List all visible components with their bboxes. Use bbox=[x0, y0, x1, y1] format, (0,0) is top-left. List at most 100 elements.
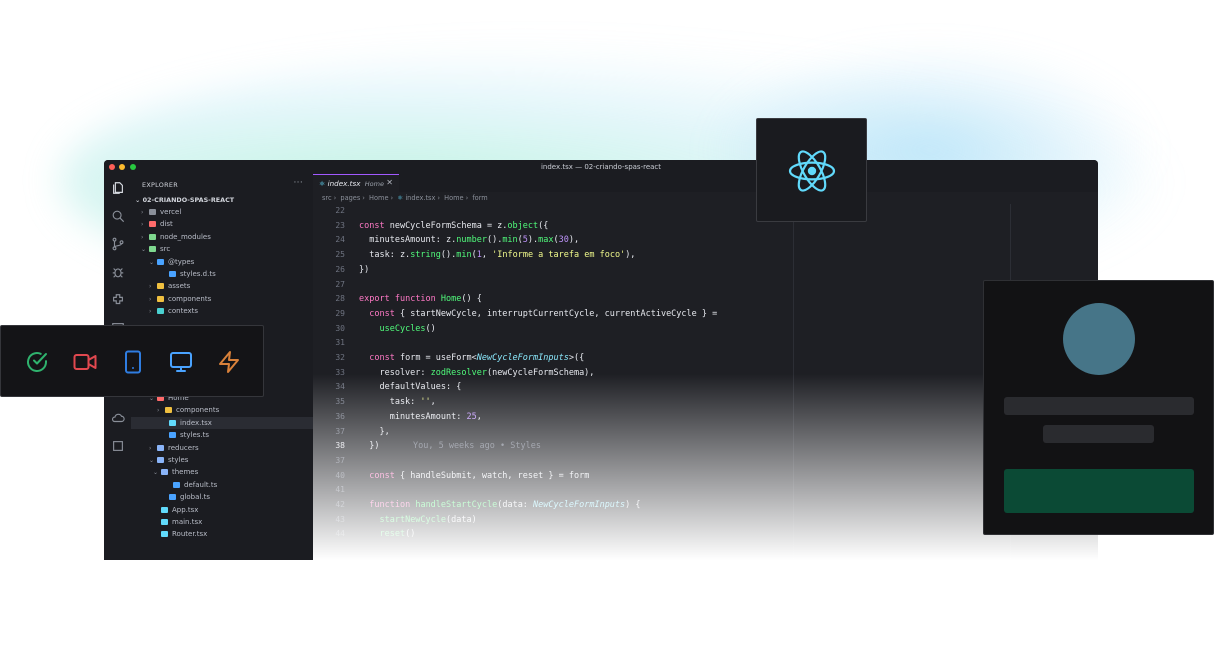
search-icon[interactable] bbox=[111, 208, 125, 223]
breadcrumb-home-dir[interactable]: Home bbox=[369, 194, 388, 202]
project-root[interactable]: ⌄ 02-CRIANDO-SPAS-REACT bbox=[131, 194, 313, 206]
tree-item[interactable]: App.tsx bbox=[131, 504, 313, 516]
tree-item[interactable]: index.tsx bbox=[131, 416, 313, 430]
breadcrumb-form[interactable]: form bbox=[472, 194, 487, 202]
code-line: const newCycleFormSchema = z.object({ bbox=[359, 220, 549, 231]
tree-item[interactable]: ⌄ @types bbox=[131, 256, 313, 268]
tree-item[interactable]: ⌄ themes bbox=[131, 466, 313, 478]
file-icon bbox=[161, 506, 168, 513]
line-number: 41 bbox=[335, 485, 345, 495]
smartphone-icon[interactable] bbox=[121, 350, 145, 374]
line-number: 37 bbox=[335, 426, 345, 436]
tree-item[interactable]: › dist bbox=[131, 218, 313, 230]
file-icon bbox=[169, 432, 176, 439]
breadcrumb-home-fn[interactable]: Home bbox=[444, 194, 463, 202]
code-line: const { handleSubmit, watch, reset } = f… bbox=[369, 470, 590, 481]
chevron-icon: › bbox=[149, 308, 152, 316]
breadcrumb-file[interactable]: index.tsx bbox=[405, 194, 435, 202]
line-number: 31 bbox=[335, 338, 345, 348]
line-number: 22 bbox=[335, 206, 345, 215]
tree-item[interactable]: default.ts bbox=[131, 479, 313, 491]
line-number: 36 bbox=[335, 411, 345, 421]
tree-item-label: node_modules bbox=[160, 232, 211, 241]
tree-item-label: contexts bbox=[168, 307, 199, 316]
tree-item[interactable]: › assets bbox=[131, 280, 313, 292]
tree-item[interactable]: styles.d.ts bbox=[131, 268, 313, 280]
code-line: const form = useForm<NewCycleFormInputs>… bbox=[369, 353, 585, 363]
avatar bbox=[1063, 303, 1135, 375]
tree-item-label: global.ts bbox=[180, 493, 210, 502]
file-icon bbox=[149, 246, 156, 253]
code-line: minutesAmount: 25, bbox=[359, 411, 482, 422]
video-icon[interactable] bbox=[73, 350, 97, 374]
react-logo-card bbox=[756, 118, 867, 222]
extensions-icon[interactable] bbox=[111, 292, 125, 306]
breadcrumb-src[interactable]: src bbox=[322, 194, 332, 202]
code-line: defaultValues: { bbox=[359, 382, 462, 393]
tree-item[interactable]: › node_modules bbox=[131, 231, 313, 243]
line-number: 42 bbox=[335, 500, 345, 509]
line-number: 28 bbox=[335, 294, 345, 304]
file-icon bbox=[149, 209, 156, 215]
file-icon bbox=[149, 233, 156, 240]
device-toolbar bbox=[0, 325, 264, 397]
file-icon bbox=[169, 271, 176, 277]
tree-item[interactable]: ⌄ src bbox=[131, 243, 313, 255]
code-line: startNewCycle(data) bbox=[379, 514, 477, 525]
code-line: task: z.string().min(1, 'Informe a taref… bbox=[359, 250, 636, 261]
file-icon bbox=[157, 295, 164, 302]
tree-item-label: styles.ts bbox=[180, 431, 210, 440]
files-icon[interactable] bbox=[111, 180, 125, 194]
file-icon bbox=[161, 469, 168, 476]
tree-item-label: components bbox=[176, 406, 220, 415]
tree-item[interactable]: main.tsx bbox=[131, 516, 313, 528]
tree-item[interactable]: styles.ts bbox=[131, 429, 313, 441]
window-title: index.tsx — 02-criando-spas-react bbox=[540, 163, 662, 171]
code-editor: ⚛ index.tsx Home ✕ src › pages › Home › ⚛ i… bbox=[313, 174, 1098, 560]
more-actions-icon[interactable]: ··· bbox=[294, 178, 303, 188]
source-control-icon[interactable] bbox=[111, 236, 125, 251]
file-icon bbox=[165, 407, 172, 414]
tree-item-label: vercel bbox=[160, 208, 182, 216]
cloud-icon[interactable] bbox=[111, 410, 125, 424]
tree-item[interactable]: › contexts bbox=[131, 305, 313, 317]
tree-item-label: reducers bbox=[168, 443, 199, 452]
tree-item[interactable]: ⌄ styles bbox=[131, 454, 313, 466]
tree-item[interactable]: Router.tsx bbox=[131, 528, 313, 540]
lightning-icon[interactable] bbox=[217, 350, 241, 374]
tree-item-label: App.tsx bbox=[172, 505, 199, 514]
line-number: 30 bbox=[335, 323, 345, 333]
action-button[interactable] bbox=[1004, 469, 1194, 513]
tree-item-label: dist bbox=[160, 220, 173, 229]
code-line: }) bbox=[359, 264, 370, 275]
check-circle-icon[interactable] bbox=[25, 350, 49, 374]
line-number: 37 bbox=[335, 455, 345, 465]
panel-icon[interactable] bbox=[111, 438, 125, 452]
tree-item[interactable]: › vercel bbox=[131, 206, 313, 218]
breadcrumb: src › pages › Home › ⚛ index.tsx › Home › for… bbox=[322, 194, 488, 202]
explorer-title: EXPLORER bbox=[142, 181, 178, 189]
code-area[interactable]: 22 23 const newCycleFormSchema = z.object(… bbox=[313, 204, 1098, 560]
react-file-icon: ⚛ bbox=[397, 194, 404, 202]
subtitle-placeholder bbox=[1043, 425, 1154, 443]
file-icon bbox=[157, 444, 164, 451]
tree-item[interactable]: › components bbox=[131, 293, 313, 305]
tree-item[interactable]: › reducers bbox=[131, 442, 313, 454]
line-number: 38 bbox=[335, 441, 345, 451]
code-line: }) bbox=[359, 441, 380, 452]
line-number: 23 bbox=[335, 220, 345, 230]
monitor-icon[interactable] bbox=[169, 350, 193, 374]
tree-item[interactable]: global.ts bbox=[131, 491, 313, 503]
line-number: 32 bbox=[335, 353, 345, 362]
line-number: 35 bbox=[335, 397, 345, 407]
tree-item-label: src bbox=[160, 245, 171, 254]
tree-item-label: @types bbox=[168, 257, 195, 266]
tree-item-label: main.tsx bbox=[172, 518, 203, 526]
tree-item[interactable]: › components bbox=[131, 404, 313, 416]
debug-icon[interactable] bbox=[111, 264, 125, 278]
file-icon bbox=[169, 419, 176, 426]
tree-item-label: components bbox=[168, 294, 212, 303]
breadcrumb-pages[interactable]: pages bbox=[340, 194, 360, 202]
tab-index-tsx[interactable]: ⚛ index.tsx Home ✕ bbox=[313, 174, 399, 192]
close-tab-icon[interactable]: ✕ bbox=[386, 178, 393, 187]
